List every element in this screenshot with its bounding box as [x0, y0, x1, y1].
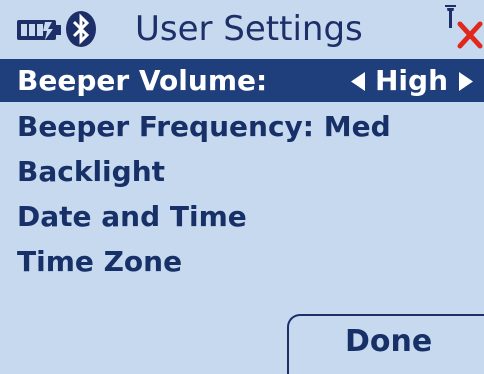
- menu-item-label: Beeper Volume:: [17, 64, 268, 97]
- menu-item-date-and-time[interactable]: Date and Time: [0, 194, 484, 239]
- arrow-right-icon[interactable]: [458, 72, 473, 91]
- beeper-volume-value: High: [375, 64, 449, 97]
- menu-item-backlight[interactable]: Backlight: [0, 149, 484, 194]
- arrow-left-icon[interactable]: [351, 72, 366, 91]
- menu-item-label: Date and Time: [17, 200, 247, 233]
- battery-icon: [17, 20, 61, 40]
- done-button[interactable]: Done: [287, 314, 484, 374]
- menu-item-label: Beeper Frequency: Med: [17, 110, 391, 143]
- menu-item-label: Time Zone: [17, 245, 183, 278]
- menu-item-beeper-frequency[interactable]: Beeper Frequency: Med: [0, 104, 484, 149]
- menu-item-beeper-volume[interactable]: Beeper Volume: High: [0, 59, 484, 102]
- page-title: User Settings: [135, 9, 363, 49]
- settings-menu: Beeper Volume: High Beeper Frequency: Me…: [0, 59, 484, 284]
- no-signal-icon: [445, 5, 483, 49]
- bluetooth-icon: [66, 11, 96, 47]
- menu-item-label: Backlight: [17, 155, 166, 188]
- status-bar: User Settings: [0, 0, 484, 58]
- menu-item-time-zone[interactable]: Time Zone: [0, 239, 484, 284]
